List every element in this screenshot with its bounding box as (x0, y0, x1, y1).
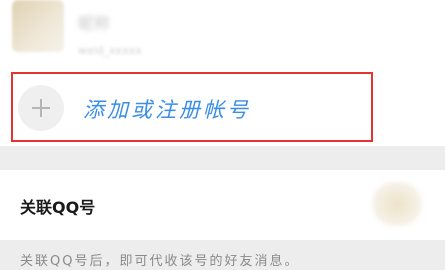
linked-qq-description: 关联QQ号后，即可代收该号的好友消息。 (20, 254, 300, 269)
account-name: 昵称 (78, 14, 111, 33)
linked-qq-toggle[interactable] (372, 182, 422, 226)
add-account-button[interactable]: 添加或注册帐号 (11, 72, 373, 142)
add-account-label: 添加或注册帐号 (83, 98, 251, 122)
plus-icon (18, 85, 64, 131)
account-id: wxid_xxxxx (78, 44, 142, 57)
avatar[interactable] (12, 0, 64, 52)
linked-qq-row: 关联QQ号 (0, 170, 445, 240)
linked-qq-title: 关联QQ号 (20, 198, 96, 217)
account-card: 昵称 wxid_xxxxx 添加或注册帐号 (0, 0, 445, 146)
